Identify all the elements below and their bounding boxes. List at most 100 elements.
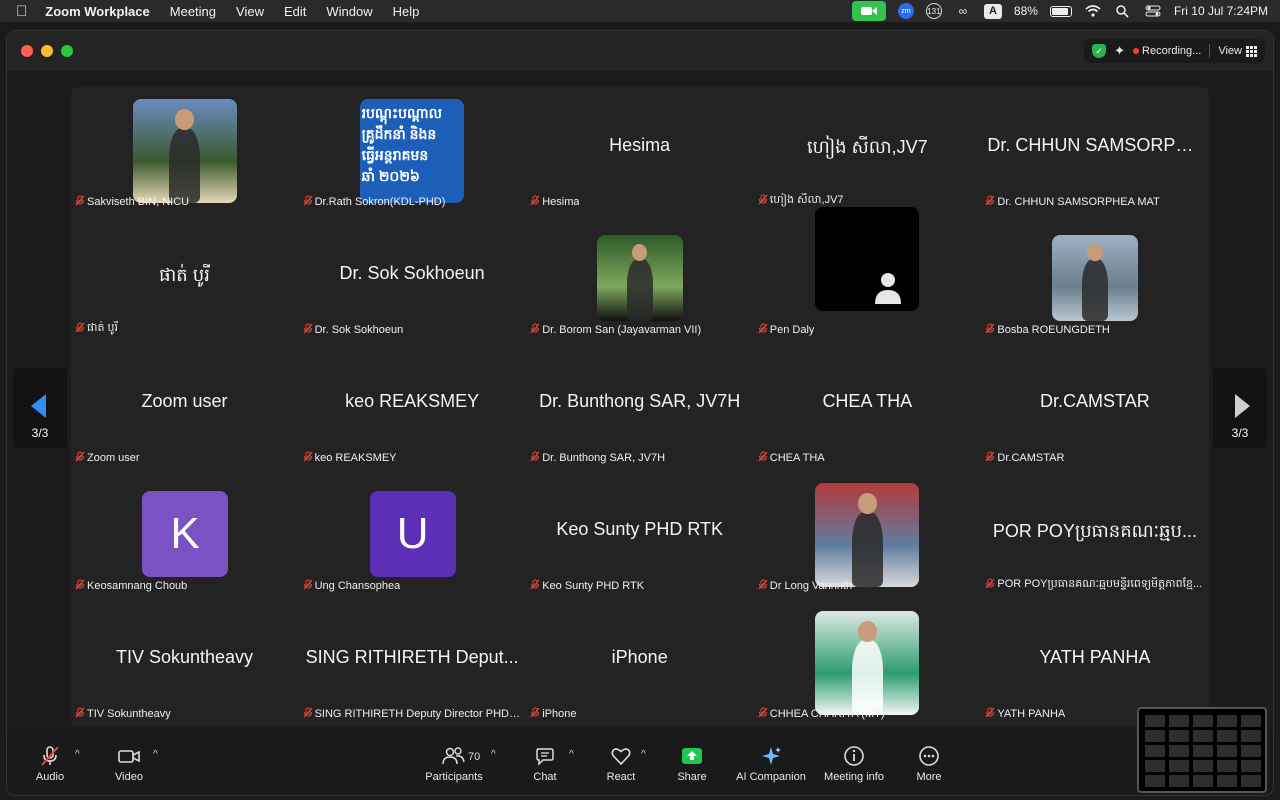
participants-options-caret-icon[interactable]: ^ xyxy=(491,749,496,760)
avatar: U xyxy=(369,491,456,577)
share-label: Share xyxy=(677,771,707,783)
participant-tile[interactable]: iPhone iPhone xyxy=(526,599,753,727)
participant-tile[interactable]: Dr. Sok Sokhoeun Dr. Sok Sokhoeun xyxy=(299,215,526,343)
apple-icon[interactable]:  xyxy=(16,3,27,20)
menu-app-name[interactable]: Zoom Workplace xyxy=(45,4,150,19)
muted-mic-icon xyxy=(75,579,85,593)
spotlight-search-icon[interactable] xyxy=(1114,3,1132,19)
video-options-caret-icon[interactable]: ^ xyxy=(153,749,158,760)
menubar-clock[interactable]: Fri 10 Jul 7:24PM xyxy=(1174,4,1268,18)
participants-label: Participants xyxy=(425,771,483,783)
share-button[interactable]: Share xyxy=(673,745,711,783)
next-page-button[interactable]: 3/3 xyxy=(1213,368,1267,448)
react-options-caret-icon[interactable]: ^ xyxy=(641,749,646,760)
meeting-info-button[interactable]: Meeting info xyxy=(821,745,887,783)
muted-mic-icon xyxy=(75,195,85,209)
participant-tile[interactable]: SING RITHIRETH Deput... SING RITHIRETH De… xyxy=(299,599,526,727)
participant-tile[interactable]: Bosba ROEUNGDETH xyxy=(981,215,1208,343)
participant-tile[interactable]: Dr.CAMSTAR Dr.CAMSTAR xyxy=(981,343,1208,471)
previous-page-button[interactable]: 3/3 xyxy=(13,368,67,448)
control-center-icon[interactable] xyxy=(1144,3,1162,19)
chat-options-caret-icon[interactable]: ^ xyxy=(569,749,574,760)
participant-tile[interactable]: Sakviseth BIN, NICU xyxy=(71,87,298,215)
menu-window[interactable]: Window xyxy=(326,4,372,19)
muted-mic-icon xyxy=(985,707,995,721)
participant-name-label: SING RITHIRETH Deputy Director PHDSR xyxy=(303,707,522,721)
zoom-status-icon[interactable]: zm xyxy=(897,3,914,19)
react-label: React xyxy=(606,771,636,783)
view-button[interactable]: View xyxy=(1218,45,1257,57)
participant-name-label: Dr. Sok Sokhoeun xyxy=(303,323,522,337)
participant-display-name: Dr. Bunthong SAR, JV7H xyxy=(539,391,741,411)
audio-button[interactable]: Audio xyxy=(33,745,67,783)
participant-name-label: Pen Daly xyxy=(758,323,977,337)
participant-tile[interactable]: Dr Long Vannrith xyxy=(754,471,981,599)
participant-name-label: Bosba ROEUNGDETH xyxy=(985,323,1204,337)
link-icon[interactable]: ∞ xyxy=(954,3,972,19)
person-silhouette xyxy=(1081,259,1108,321)
participant-tile[interactable]: Hesima Hesima xyxy=(526,87,753,215)
participant-tile[interactable]: TIV Sokuntheavy TIV Sokuntheavy xyxy=(71,599,298,727)
recording-indicator[interactable]: Recording... xyxy=(1133,45,1201,57)
person-head xyxy=(857,621,877,643)
self-view-minimap[interactable] xyxy=(1137,707,1267,793)
menu-help[interactable]: Help xyxy=(393,4,420,19)
participant-tile[interactable]: Zoom user Zoom user xyxy=(71,343,298,471)
react-button[interactable]: React xyxy=(603,745,639,783)
security-shield-icon[interactable]: ✓ xyxy=(1092,44,1107,58)
battery-icon[interactable] xyxy=(1049,5,1072,17)
participant-name-label: Dr. Bunthong SAR, JV7H xyxy=(530,451,749,465)
minimap-tile xyxy=(1241,715,1261,727)
participant-name: SING RITHIRETH Deputy Director PHDSR xyxy=(314,708,522,720)
participant-tile[interactable]: Dr. Bunthong SAR, JV7H Dr. Bunthong SAR, … xyxy=(526,343,753,471)
minimize-window-button[interactable] xyxy=(41,45,53,57)
notification-count-icon[interactable]: 131 xyxy=(925,3,942,19)
close-window-button[interactable] xyxy=(21,45,33,57)
participant-display-name: TIV Sokuntheavy xyxy=(115,647,254,667)
person-silhouette xyxy=(626,259,653,321)
participant-tile[interactable]: Dr. Borom San (Jayavarman VII) xyxy=(526,215,753,343)
grid-view-icon xyxy=(1246,45,1257,57)
video-button[interactable]: Video xyxy=(111,745,147,783)
menu-edit[interactable]: Edit xyxy=(284,4,306,19)
more-button[interactable]: More xyxy=(911,745,947,783)
participant-tile[interactable]: U Ung Chansophea xyxy=(299,471,526,599)
input-source-icon[interactable]: A xyxy=(983,3,1002,19)
menu-meeting[interactable]: Meeting xyxy=(170,4,216,19)
menu-view[interactable]: View xyxy=(236,4,264,19)
participant-name-label: Dr.CAMSTAR xyxy=(985,451,1204,465)
minimap-tile xyxy=(1145,715,1165,727)
wifi-icon[interactable] xyxy=(1084,3,1102,19)
recording-dot-icon xyxy=(1133,48,1140,54)
participant-video xyxy=(1051,235,1138,321)
minimap-tile xyxy=(1193,775,1213,787)
participant-name-label: keo REAKSMEY xyxy=(303,451,522,465)
participant-name-label: iPhone xyxy=(530,707,749,721)
participant-tile[interactable]: Dr. CHHUN SAMSORPH... Dr. CHHUN SAMSORPHE… xyxy=(981,87,1208,215)
participant-tile[interactable]: របណ្តុះបណ្តាល គ្រូដឹកនាំ និងន ធ្វើអន្តរាគម… xyxy=(299,87,526,215)
participant-tile[interactable]: ហៀង សីលា,JV7 ហៀង សីលា,JV7 xyxy=(754,87,981,215)
camera-status-icon[interactable] xyxy=(851,1,886,21)
chat-button[interactable]: Chat xyxy=(529,745,561,783)
participant-tile[interactable]: ផាត់ បូរី ផាត់ បូរី xyxy=(71,215,298,343)
banner-text-line: គ្រូដឹកនាំ និងន xyxy=(361,126,437,142)
participants-count: 70 xyxy=(468,751,481,763)
participant-tile[interactable]: CHHEA CHARIYA (MT) xyxy=(754,599,981,727)
participant-tile[interactable]: K Keosamnang Choub xyxy=(71,471,298,599)
muted-mic-icon xyxy=(75,707,85,721)
fullscreen-window-button[interactable] xyxy=(61,45,73,57)
participant-display-name: Zoom user xyxy=(141,391,228,411)
participant-name-label: Dr.Rath Sokron(KDL-PHD) xyxy=(303,195,522,209)
minimap-tile xyxy=(1193,730,1213,742)
participant-tile[interactable]: CHEA THA CHEA THA xyxy=(754,343,981,471)
participant-tile[interactable]: Pen Daly xyxy=(754,207,981,343)
more-dots-icon xyxy=(919,746,939,766)
participant-tile[interactable]: Keo Sunty PHD RTK Keo Sunty PHD RTK xyxy=(526,471,753,599)
participant-tile[interactable]: keo REAKSMEY keo REAKSMEY xyxy=(299,343,526,471)
ai-sparkle-icon[interactable]: ✦ xyxy=(1114,43,1125,59)
ai-companion-button[interactable]: AI Companion xyxy=(735,745,807,783)
participant-tile[interactable]: POR POYប្រធានគណៈឆ្មប... POR POYប្រធានគណៈឆ… xyxy=(981,471,1208,599)
page-indicator-left: 3/3 xyxy=(31,426,49,440)
audio-options-caret-icon[interactable]: ^ xyxy=(75,749,80,760)
minimap-tile xyxy=(1145,775,1165,787)
